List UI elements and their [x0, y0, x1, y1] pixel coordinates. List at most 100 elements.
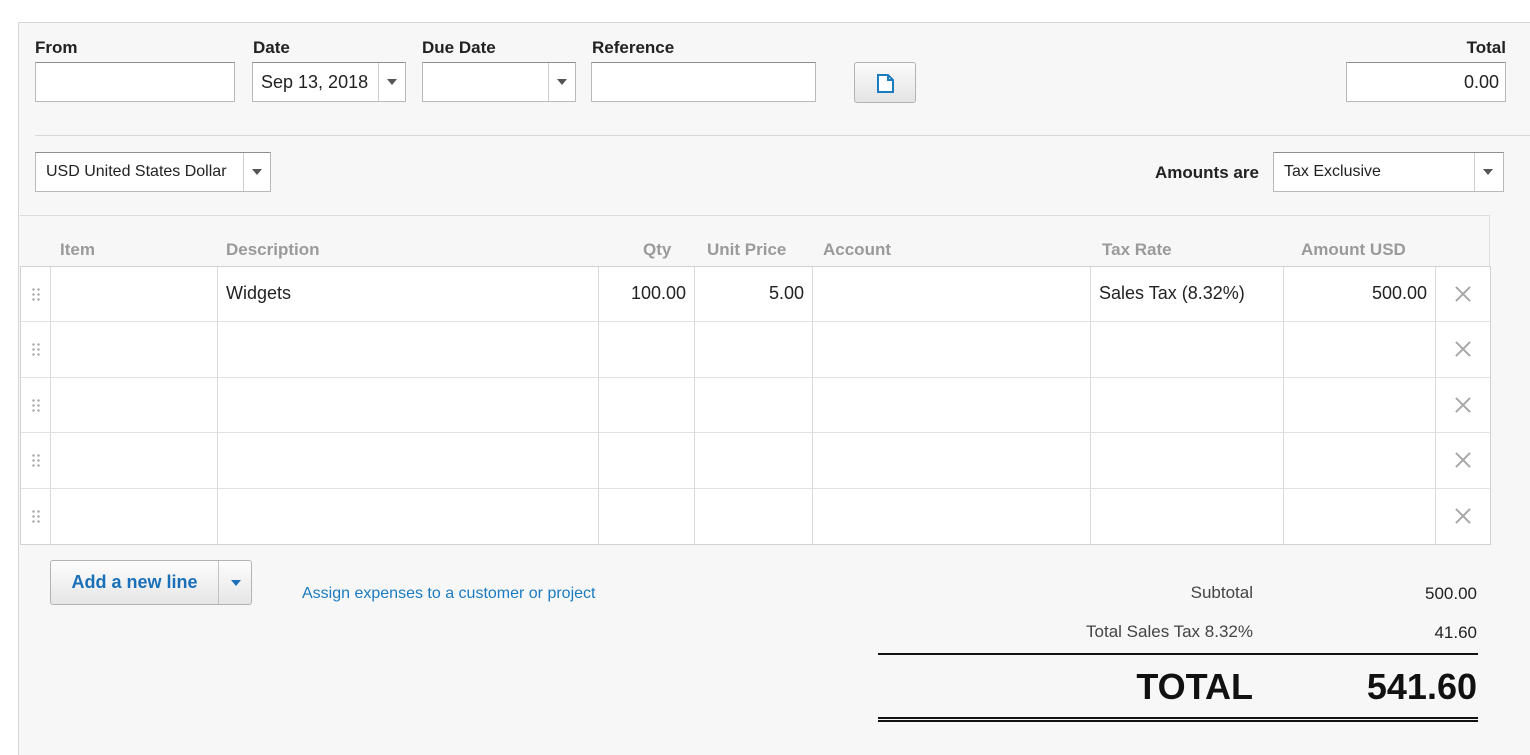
account-cell[interactable] [812, 488, 1090, 544]
account-cell[interactable] [812, 377, 1090, 433]
qty-cell[interactable]: 100.00 [598, 267, 694, 322]
due-date-label: Due Date [422, 38, 496, 57]
column-header-amount: Amount USD [1301, 240, 1406, 259]
table-row [21, 322, 1490, 378]
from-label: From [35, 38, 78, 57]
column-header-qty: Qty [643, 240, 672, 259]
account-cell[interactable] [812, 322, 1090, 377]
due-date-dropdown-toggle[interactable] [548, 63, 575, 101]
date-dropdown-toggle[interactable] [378, 63, 405, 101]
drag-handle-icon[interactable] [31, 397, 41, 414]
add-new-line-button[interactable]: Add a new line [50, 560, 252, 605]
tax-total-value: 41.60 [1434, 623, 1477, 642]
table-row [21, 488, 1490, 544]
chevron-down-icon [252, 169, 262, 175]
drag-handle-icon[interactable] [31, 287, 41, 303]
item-cell[interactable] [50, 267, 217, 322]
description-cell[interactable] [217, 322, 598, 377]
delete-cell [1435, 267, 1490, 322]
drag-handle-icon[interactable] [31, 508, 41, 525]
unit-price-cell[interactable] [694, 322, 812, 377]
qty-cell[interactable] [598, 377, 694, 433]
unit-price-cell[interactable] [694, 488, 812, 544]
item-cell[interactable] [50, 377, 217, 433]
document-icon [877, 74, 894, 93]
qty-cell[interactable] [598, 488, 694, 544]
column-header-unit-price: Unit Price [707, 240, 787, 259]
line-items-table: Widgets 100.00 5.00 Sales Tax (8.32%) 50… [20, 266, 1491, 545]
assign-expenses-link[interactable]: Assign expenses to a customer or project [302, 585, 595, 603]
date-label: Date [253, 38, 290, 57]
unit-price-cell[interactable]: 5.00 [694, 267, 812, 322]
currency-dropdown-toggle[interactable] [243, 153, 270, 191]
delete-cell [1435, 322, 1490, 377]
drag-handle-icon[interactable] [31, 342, 41, 359]
tax-total-label: Total Sales Tax 8.32% [1086, 622, 1253, 641]
delete-cell [1435, 488, 1490, 544]
close-icon[interactable] [1454, 340, 1472, 358]
unit-price-cell[interactable] [694, 377, 812, 433]
item-cell[interactable] [50, 488, 217, 544]
total-field[interactable]: 0.00 [1346, 62, 1506, 102]
grand-total-label: TOTAL [1136, 666, 1253, 707]
amount-cell[interactable] [1283, 377, 1435, 433]
description-cell[interactable] [217, 488, 598, 544]
tax-rate-cell[interactable] [1090, 322, 1283, 377]
date-value: Sep 13, 2018 [261, 72, 369, 92]
item-cell[interactable] [50, 322, 217, 377]
amounts-are-label: Amounts are [1155, 163, 1259, 182]
account-cell[interactable] [812, 433, 1090, 488]
close-icon[interactable] [1454, 451, 1472, 469]
attach-file-button[interactable] [854, 62, 916, 103]
column-header-tax-rate: Tax Rate [1102, 240, 1172, 259]
from-field[interactable] [35, 62, 235, 102]
column-header-account: Account [823, 240, 891, 259]
due-date-field[interactable] [422, 62, 576, 102]
amount-cell[interactable] [1283, 488, 1435, 544]
total-double-rule [878, 717, 1478, 722]
description-cell[interactable]: Widgets [217, 267, 598, 322]
close-icon[interactable] [1454, 285, 1472, 303]
amounts-are-dropdown-toggle[interactable] [1474, 153, 1503, 191]
table-row [21, 433, 1490, 489]
add-new-line-label[interactable]: Add a new line [51, 561, 219, 604]
description-cell[interactable] [217, 433, 598, 488]
column-header-item: Item [60, 240, 95, 259]
tax-rate-cell[interactable] [1090, 377, 1283, 433]
subtotal-value: 500.00 [1425, 584, 1477, 603]
chevron-down-icon[interactable] [231, 580, 241, 586]
tax-rate-cell[interactable] [1090, 433, 1283, 488]
amount-cell[interactable] [1283, 322, 1435, 377]
amount-cell[interactable] [1283, 433, 1435, 488]
tax-rate-cell[interactable] [1090, 488, 1283, 544]
total-divider [878, 653, 1478, 655]
currency-select[interactable]: USD United States Dollar [35, 152, 271, 192]
close-icon[interactable] [1454, 396, 1472, 414]
date-field[interactable]: Sep 13, 2018 [252, 62, 406, 102]
table-row: Widgets 100.00 5.00 Sales Tax (8.32%) 50… [21, 267, 1490, 323]
amounts-are-value: Tax Exclusive [1284, 163, 1381, 180]
amount-cell[interactable]: 500.00 [1283, 267, 1435, 322]
qty-cell[interactable] [598, 433, 694, 488]
header-divider [35, 135, 1530, 136]
delete-cell [1435, 377, 1490, 433]
grand-total-value: 541.60 [1366, 666, 1477, 707]
amounts-are-select[interactable]: Tax Exclusive [1273, 152, 1504, 192]
chevron-down-icon [557, 79, 567, 85]
table-row [21, 377, 1490, 434]
close-icon[interactable] [1454, 507, 1472, 525]
total-label: Total [1466, 38, 1506, 57]
qty-cell[interactable] [598, 322, 694, 377]
delete-cell [1435, 433, 1490, 488]
unit-price-cell[interactable] [694, 433, 812, 488]
item-cell[interactable] [50, 433, 217, 488]
reference-field[interactable] [591, 62, 816, 102]
description-cell[interactable] [217, 377, 598, 433]
column-header-description: Description [226, 240, 320, 259]
subtotal-label: Subtotal [1190, 583, 1253, 602]
chevron-down-icon [1483, 169, 1493, 175]
chevron-down-icon [387, 79, 397, 85]
tax-rate-cell[interactable]: Sales Tax (8.32%) [1090, 267, 1283, 322]
drag-handle-icon[interactable] [31, 453, 41, 470]
account-cell[interactable] [812, 267, 1090, 322]
